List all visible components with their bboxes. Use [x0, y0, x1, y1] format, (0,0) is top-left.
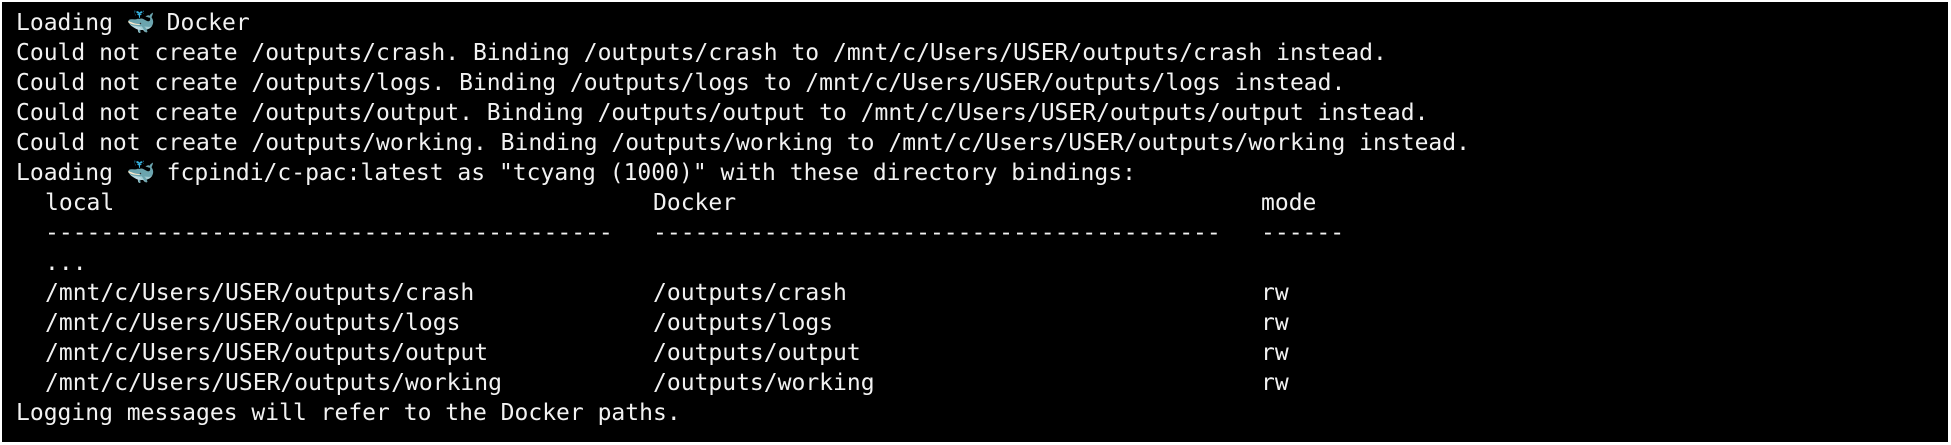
table-row: /mnt/c/Users/USER/outputs/output /output…: [16, 338, 1948, 368]
separator-mode: ------: [1261, 220, 1345, 246]
footer-message: Logging messages will refer to the Docke…: [16, 400, 681, 426]
row-mode: rw: [1261, 370, 1289, 396]
bind-message-crash: Could not create /outputs/crash. Binding…: [16, 40, 1387, 66]
bindings-table-ellipsis: ...: [16, 248, 1948, 278]
whale-icon: 🐳: [126, 10, 156, 36]
loading-image-suffix: fcpindi/c-pac:latest as "tcyang (1000)" …: [152, 160, 1136, 186]
ellipsis: ...: [45, 250, 87, 276]
loading-image-line: Loading 🐳 fcpindi/c-pac:latest as "tcyan…: [16, 158, 1948, 188]
row-mode: rw: [1261, 310, 1289, 336]
bindings-table-header: local Docker mode: [16, 188, 1948, 218]
whale-icon: 🐳: [126, 160, 156, 186]
row-local-path: /mnt/c/Users/USER/outputs/output: [45, 340, 489, 366]
header-local: local: [45, 190, 115, 216]
table-row: /mnt/c/Users/USER/outputs/working /outpu…: [16, 368, 1948, 398]
row-docker-path: /outputs/working: [653, 370, 875, 396]
row-docker-path: /outputs/crash: [653, 280, 847, 306]
bind-message-output: Could not create /outputs/output. Bindin…: [16, 100, 1429, 126]
row-local-path: /mnt/c/Users/USER/outputs/crash: [45, 280, 475, 306]
terminal-window[interactable]: Loading 🐳 Docker Could not create /outpu…: [2, 2, 1948, 442]
loading-image-prefix: Loading: [16, 160, 127, 186]
row-local-path: /mnt/c/Users/USER/outputs/working: [45, 370, 502, 396]
header-mode: mode: [1261, 190, 1317, 216]
row-local-path: /mnt/c/Users/USER/outputs/logs: [45, 310, 461, 336]
loading-docker-line: Loading 🐳 Docker: [16, 8, 1948, 38]
table-row: /mnt/c/Users/USER/outputs/logs /outputs/…: [16, 308, 1948, 338]
row-mode: rw: [1261, 340, 1289, 366]
separator-docker: ----------------------------------------…: [653, 220, 1221, 246]
separator-local: ----------------------------------------…: [45, 220, 613, 246]
row-docker-path: /outputs/output: [653, 340, 861, 366]
bindings-table-separator: ----------------------------------------…: [16, 218, 1948, 248]
bind-message-logs: Could not create /outputs/logs. Binding …: [16, 70, 1346, 96]
header-docker: Docker: [653, 190, 737, 216]
row-mode: rw: [1261, 280, 1289, 306]
loading-docker-prefix: Loading: [16, 10, 127, 36]
bind-message-working: Could not create /outputs/working. Bindi…: [16, 130, 1470, 156]
row-docker-path: /outputs/logs: [653, 310, 834, 336]
loading-docker-suffix: Docker: [152, 10, 250, 36]
table-row: /mnt/c/Users/USER/outputs/crash /outputs…: [16, 278, 1948, 308]
